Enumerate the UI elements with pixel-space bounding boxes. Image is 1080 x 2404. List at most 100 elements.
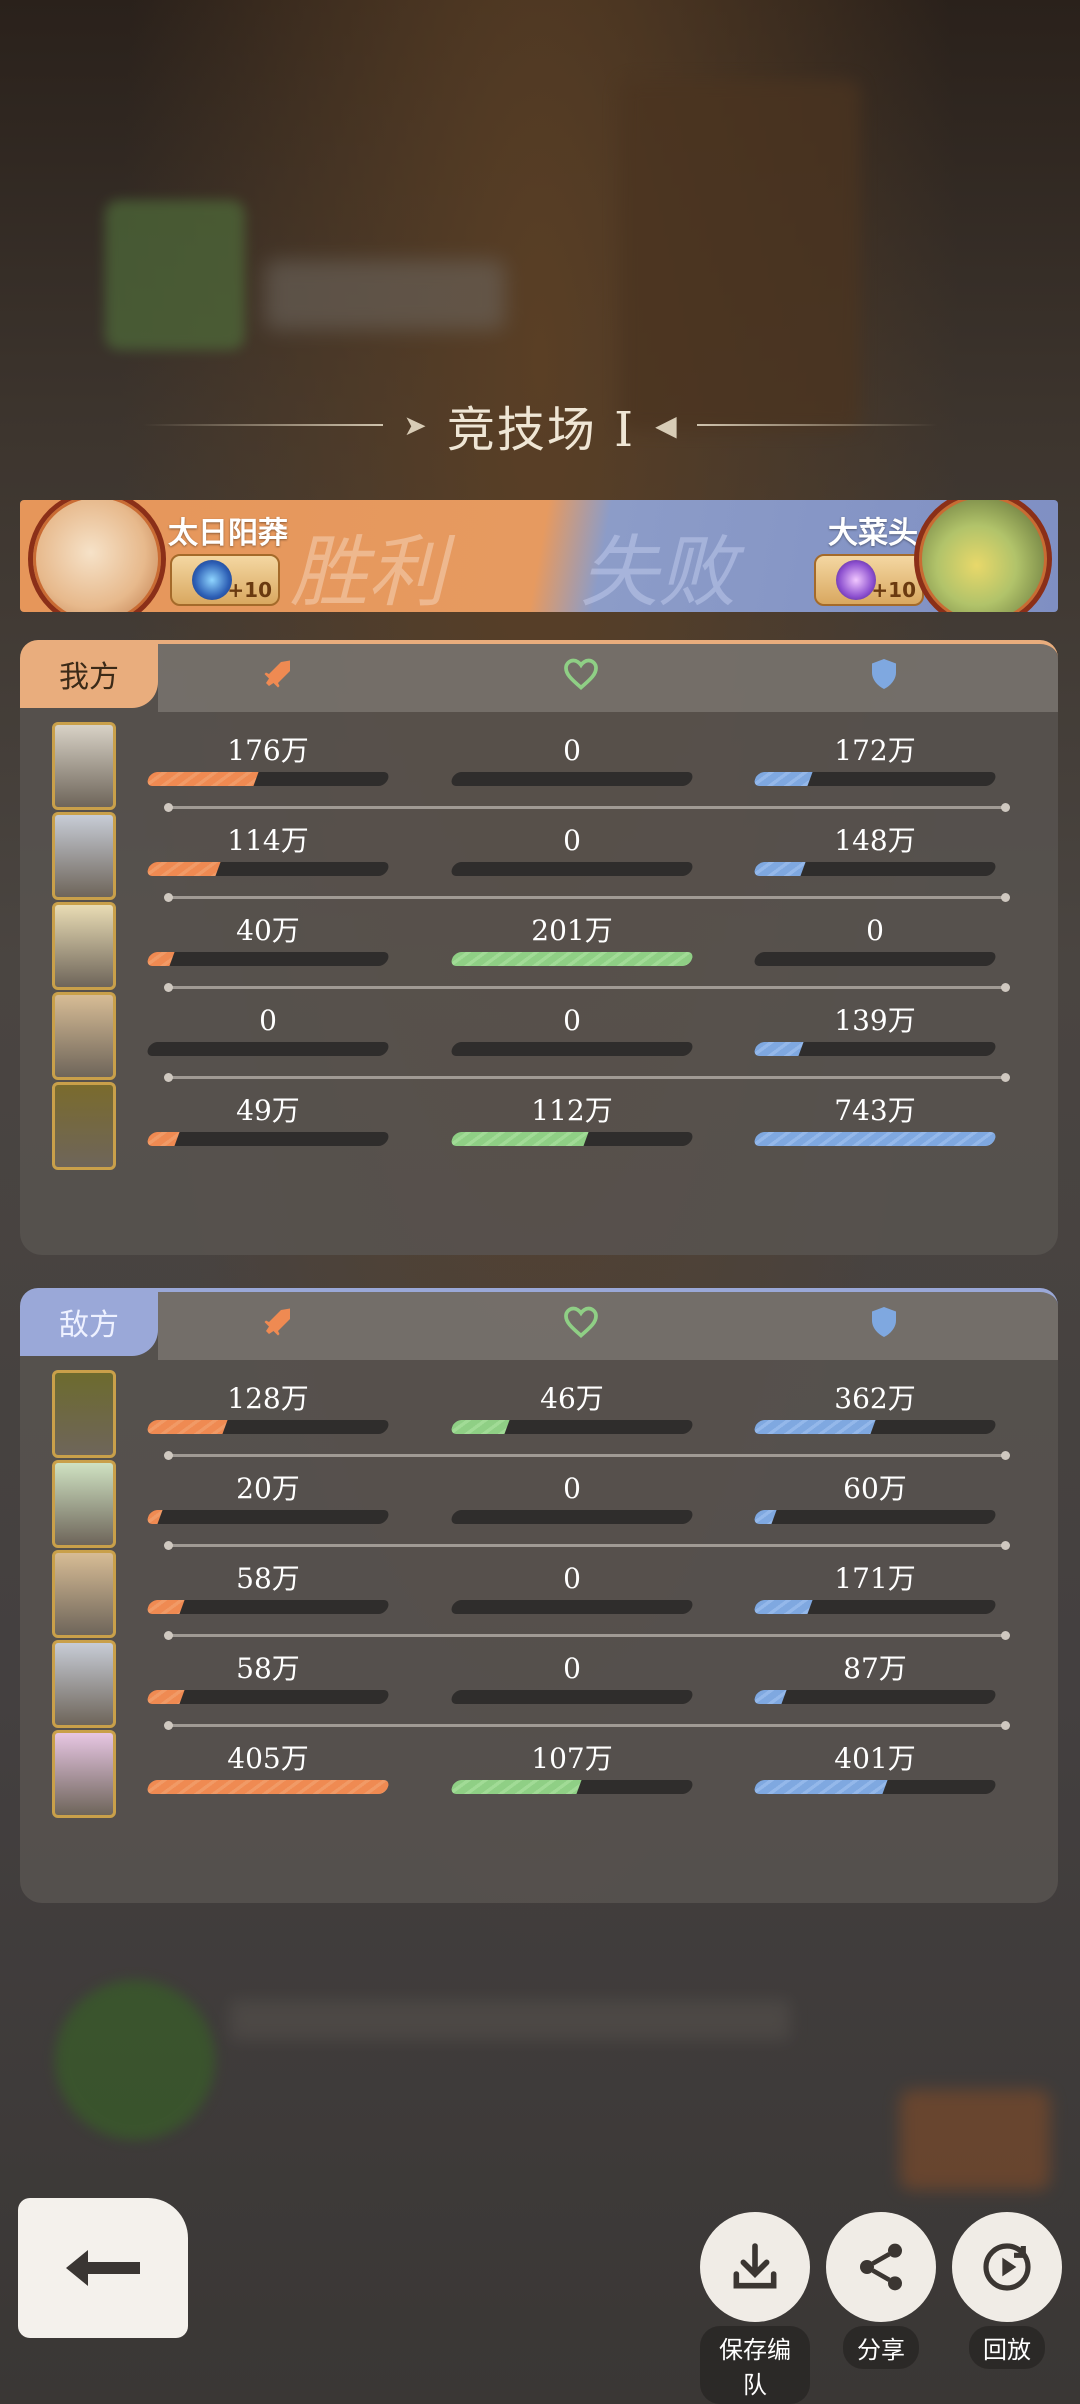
arrow-right-icon: ➤ — [403, 408, 427, 442]
hero-portrait[interactable] — [52, 1460, 116, 1548]
right-player-avatar[interactable] — [914, 500, 1052, 612]
stat-bar-fill — [145, 1780, 391, 1794]
stat-bar-fill — [145, 1510, 163, 1524]
victory-text: 胜利 — [290, 528, 447, 612]
damage-taken-stat: 60万 — [752, 1472, 998, 1524]
stat-bar — [752, 952, 998, 966]
replay-icon — [983, 2243, 1031, 2291]
stat-bar-fill — [145, 1690, 185, 1704]
stat-row: 58万 0 171万 — [20, 1546, 1058, 1640]
stat-value: 58万 — [236, 1652, 300, 1685]
stat-row: 20万 0 60万 — [20, 1456, 1058, 1550]
stat-value: 114万 — [227, 824, 309, 857]
hero-portrait[interactable] — [52, 902, 116, 990]
stat-value: 0 — [563, 1562, 581, 1595]
damage-stat: 0 — [145, 1004, 391, 1056]
save-formation-label: 保存编队 — [700, 2326, 810, 2404]
stats-rows: 128万 46万 362万 20万 0 60万 58万 0 171万 58万 0 87万 405万 107… — [20, 1366, 1058, 1818]
back-button[interactable] — [18, 2198, 188, 2338]
stat-value: 58万 — [236, 1562, 300, 1595]
stat-bar-fill — [752, 1600, 813, 1614]
share-button[interactable]: 分享 — [826, 2212, 936, 2369]
stat-bar-fill — [752, 1510, 777, 1524]
healing-stat: 46万 — [449, 1382, 695, 1434]
hero-portrait[interactable] — [52, 1730, 116, 1818]
stat-bar — [752, 1780, 998, 1794]
stat-bar-fill — [752, 952, 758, 966]
stat-bar-fill — [449, 862, 455, 876]
stat-bar-fill — [449, 1510, 455, 1524]
stat-value: 107万 — [531, 1742, 613, 1775]
damage-taken-stat: 401万 — [752, 1742, 998, 1794]
page-header: ➤ 竞技场 I ◀ — [0, 380, 1080, 470]
stat-bar — [449, 1690, 695, 1704]
replay-button[interactable]: 回放 — [952, 2212, 1062, 2369]
stat-bar — [752, 1690, 998, 1704]
hero-portrait[interactable] — [52, 812, 116, 900]
stat-value: 362万 — [834, 1382, 916, 1415]
background-logo — [105, 200, 245, 350]
rank-emblem-icon — [836, 560, 876, 600]
rank-level: +10 — [871, 578, 916, 602]
stat-row: 176万 0 172万 — [20, 718, 1058, 812]
enemy-team-panel: 敌方 128万 46万 362万 20万 0 60万 58万 0 171万 58万 0 87万 405万… — [20, 1288, 1058, 1903]
hero-portrait[interactable] — [52, 1082, 116, 1170]
result-banner: 胜利 失败 太日阳莽 +10 大菜头 +10 — [20, 500, 1058, 612]
stat-bar — [145, 862, 391, 876]
stat-bar — [145, 1600, 391, 1614]
hero-portrait[interactable] — [52, 1370, 116, 1458]
defeat-text: 失败 — [580, 528, 737, 612]
stat-bar-fill — [449, 1600, 455, 1614]
stat-bar — [145, 1042, 391, 1056]
healing-stat: 112万 — [449, 1094, 695, 1146]
damage-taken-stat: 172万 — [752, 734, 998, 786]
stat-value: 0 — [259, 1004, 277, 1037]
damage-stat: 176万 — [145, 734, 391, 786]
stat-bar-fill — [449, 952, 695, 966]
stat-bar — [145, 952, 391, 966]
stat-bar — [449, 862, 695, 876]
save-formation-button[interactable]: 保存编队 — [700, 2212, 810, 2404]
stat-bar-fill — [752, 862, 806, 876]
header-divider-left — [143, 424, 384, 426]
stat-bar — [449, 772, 695, 786]
stats-rows: 176万 0 172万 114万 0 148万 40万 201万 0 0 0 139万 49万 112万 7… — [20, 718, 1058, 1170]
damage-stat: 58万 — [145, 1652, 391, 1704]
stat-bar-fill — [752, 772, 813, 786]
save-formation-circle[interactable] — [700, 2212, 810, 2322]
replay-label: 回放 — [969, 2326, 1045, 2369]
replay-circle[interactable] — [952, 2212, 1062, 2322]
stat-value: 743万 — [834, 1094, 916, 1127]
stat-bar — [449, 952, 695, 966]
stat-value: 40万 — [236, 914, 300, 947]
hero-portrait[interactable] — [52, 992, 116, 1080]
left-player-avatar[interactable] — [28, 500, 166, 612]
hero-portrait[interactable] — [52, 722, 116, 810]
stat-row: 405万 107万 401万 — [20, 1726, 1058, 1818]
stat-value: 60万 — [843, 1472, 907, 1505]
stat-bar-fill — [145, 1132, 180, 1146]
damage-taken-stat: 743万 — [752, 1094, 998, 1146]
damage-taken-stat: 0 — [752, 914, 998, 966]
stat-bar — [752, 772, 998, 786]
stat-bar-fill — [449, 772, 455, 786]
healing-stat: 0 — [449, 734, 695, 786]
share-circle[interactable] — [826, 2212, 936, 2322]
damage-taken-stat: 362万 — [752, 1382, 998, 1434]
share-label: 分享 — [843, 2326, 919, 2369]
stat-value: 201万 — [531, 914, 613, 947]
healing-stat: 0 — [449, 1562, 695, 1614]
hero-portrait[interactable] — [52, 1550, 116, 1638]
stat-value: 87万 — [843, 1652, 907, 1685]
rank-emblem-icon — [192, 560, 232, 600]
download-icon — [733, 2243, 777, 2289]
stat-bar — [449, 1042, 695, 1056]
stat-value: 20万 — [236, 1472, 300, 1505]
hero-portrait[interactable] — [52, 1640, 116, 1728]
page-title: 竞技场 I — [446, 402, 636, 458]
stat-value: 405万 — [227, 1742, 309, 1775]
heart-icon — [563, 656, 599, 692]
shield-icon — [866, 1304, 902, 1340]
stat-bar-fill — [449, 1780, 582, 1794]
stat-bar — [449, 1510, 695, 1524]
